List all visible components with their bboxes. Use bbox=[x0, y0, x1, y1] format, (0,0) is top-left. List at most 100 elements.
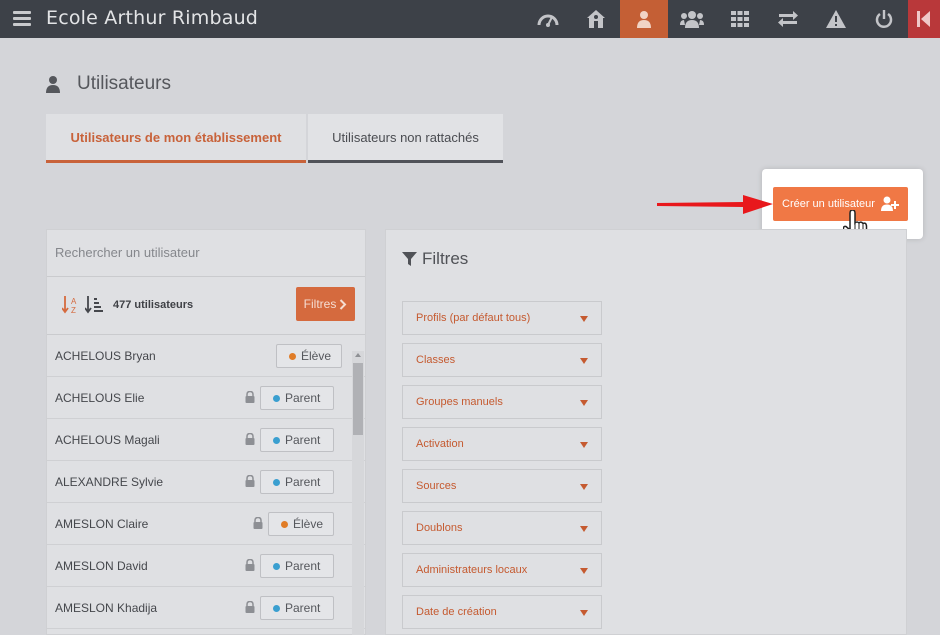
user-icon[interactable] bbox=[620, 0, 668, 38]
chevron-right-icon bbox=[340, 298, 347, 310]
tab-unattached-users[interactable]: Utilisateurs non rattachés bbox=[308, 114, 503, 163]
role-dot-icon bbox=[273, 394, 280, 402]
lock-icon bbox=[245, 475, 255, 487]
caret-down-icon bbox=[580, 610, 588, 616]
list-toolbar: AZ 477 utilisateurs Filtres bbox=[47, 277, 365, 335]
sort-alpha-icon[interactable]: AZ bbox=[62, 296, 80, 314]
lock-icon bbox=[245, 433, 255, 445]
lock-icon bbox=[245, 601, 255, 613]
role-dot-icon bbox=[281, 520, 288, 528]
filter-select[interactable]: Sources bbox=[402, 469, 602, 503]
exchange-icon[interactable] bbox=[764, 0, 812, 38]
app-title: Ecole Arthur Rimbaud bbox=[46, 7, 259, 29]
filter-label: Groupes manuels bbox=[416, 396, 503, 408]
menu-icon[interactable] bbox=[13, 11, 31, 26]
collapse-icon[interactable] bbox=[908, 0, 940, 38]
role-label: Élève bbox=[293, 517, 324, 531]
top-navbar: Ecole Arthur Rimbaud bbox=[0, 0, 940, 38]
role-badge: Parent bbox=[260, 596, 334, 620]
create-user-label: Créer un utilisateur bbox=[782, 198, 875, 210]
filter-label: Administrateurs locaux bbox=[416, 564, 528, 576]
users-count: 477 utilisateurs bbox=[113, 299, 194, 311]
users-list-panel: Rechercher un utilisateur AZ 477 utilisa… bbox=[46, 229, 366, 635]
add-user-icon bbox=[881, 196, 899, 211]
lock-icon bbox=[245, 559, 255, 571]
dashboard-icon[interactable] bbox=[524, 0, 572, 38]
filters-button[interactable]: Filtres bbox=[296, 287, 355, 321]
role-badge: Parent bbox=[260, 554, 334, 578]
filters-panel: Filtres Profils (par défaut tous) Classes… bbox=[385, 229, 907, 635]
school-icon[interactable] bbox=[572, 0, 620, 38]
role-label: Parent bbox=[285, 559, 321, 573]
list-item[interactable]: AMESLON David Parent bbox=[47, 545, 365, 587]
users-group-icon[interactable] bbox=[668, 0, 716, 38]
page-title: Utilisateurs bbox=[77, 73, 171, 94]
filter-select[interactable]: Profils (par défaut tous) bbox=[402, 301, 602, 335]
power-icon[interactable] bbox=[860, 0, 908, 38]
user-name: ACHELOUS Elie bbox=[55, 391, 145, 405]
warning-icon[interactable] bbox=[812, 0, 860, 38]
tab-my-establishment[interactable]: Utilisateurs de mon établissement bbox=[46, 114, 306, 163]
caret-down-icon bbox=[580, 358, 588, 364]
scroll-up-icon[interactable] bbox=[355, 353, 361, 357]
list-item[interactable]: AMESLON Claire Élève bbox=[47, 503, 365, 545]
user-name: ALEXANDRE Sylvie bbox=[55, 475, 164, 489]
role-label: Parent bbox=[285, 433, 321, 447]
list-item[interactable]: AMESLON Khadija Parent bbox=[47, 587, 365, 629]
filter-label: Profils (par défaut tous) bbox=[416, 312, 531, 324]
filters-title: Filtres bbox=[422, 249, 469, 268]
filter-select[interactable]: Groupes manuels bbox=[402, 385, 602, 419]
list-item[interactable]: ALEXANDRE Sylvie Parent bbox=[47, 461, 365, 503]
svg-text:Z: Z bbox=[71, 306, 76, 314]
role-badge: Parent bbox=[260, 428, 334, 452]
list-item[interactable]: ACHELOUS Elie Parent bbox=[47, 377, 365, 419]
funnel-icon bbox=[402, 251, 417, 266]
role-label: Parent bbox=[285, 391, 321, 405]
user-list: ACHELOUS Bryan Élève ACHELOUS Elie Parent AC… bbox=[47, 335, 365, 629]
role-dot-icon bbox=[273, 562, 280, 570]
list-item[interactable]: ACHELOUS Magali Parent bbox=[47, 419, 365, 461]
filter-label: Date de création bbox=[416, 606, 497, 618]
filters-heading: Filtres bbox=[402, 249, 468, 269]
scroll-thumb[interactable] bbox=[353, 363, 363, 435]
filter-label: Activation bbox=[416, 438, 464, 450]
caret-down-icon bbox=[580, 442, 588, 448]
caret-down-icon bbox=[580, 316, 588, 322]
caret-down-icon bbox=[580, 484, 588, 490]
lock-icon bbox=[253, 517, 263, 529]
filter-select[interactable]: Activation bbox=[402, 427, 602, 461]
role-dot-icon bbox=[273, 604, 280, 612]
filter-label: Doublons bbox=[416, 522, 463, 534]
role-dot-icon bbox=[273, 478, 280, 486]
filter-select[interactable]: Administrateurs locaux bbox=[402, 553, 602, 587]
role-label: Parent bbox=[285, 475, 321, 489]
scrollbar[interactable] bbox=[352, 351, 364, 635]
filter-select[interactable]: Date de création bbox=[402, 595, 602, 629]
search-input[interactable]: Rechercher un utilisateur bbox=[47, 230, 365, 277]
filter-select[interactable]: Classes bbox=[402, 343, 602, 377]
user-name: AMESLON Khadija bbox=[55, 601, 158, 615]
role-label: Élève bbox=[301, 349, 332, 363]
role-badge: Parent bbox=[260, 470, 334, 494]
pointer-arrow-icon bbox=[657, 195, 773, 214]
role-badge: Élève bbox=[276, 344, 342, 368]
caret-down-icon bbox=[580, 400, 588, 406]
user-name: AMESLON David bbox=[55, 559, 148, 573]
role-badge: Parent bbox=[260, 386, 334, 410]
filter-label: Classes bbox=[416, 354, 456, 366]
user-icon bbox=[46, 76, 60, 93]
list-item[interactable]: ACHELOUS Bryan Élève bbox=[47, 335, 365, 377]
svg-text:A: A bbox=[71, 297, 77, 306]
create-user-button[interactable]: Créer un utilisateur bbox=[773, 187, 908, 221]
filter-select[interactable]: Doublons bbox=[402, 511, 602, 545]
role-dot-icon bbox=[289, 352, 296, 360]
role-label: Parent bbox=[285, 601, 321, 615]
user-name: AMESLON Claire bbox=[55, 517, 149, 531]
caret-down-icon bbox=[580, 526, 588, 532]
user-name: ACHELOUS Bryan bbox=[55, 349, 156, 363]
grid-icon[interactable] bbox=[716, 0, 764, 38]
role-badge: Élève bbox=[268, 512, 334, 536]
sort-amount-icon[interactable] bbox=[85, 296, 103, 314]
role-dot-icon bbox=[273, 436, 280, 444]
user-name: ACHELOUS Magali bbox=[55, 433, 160, 447]
